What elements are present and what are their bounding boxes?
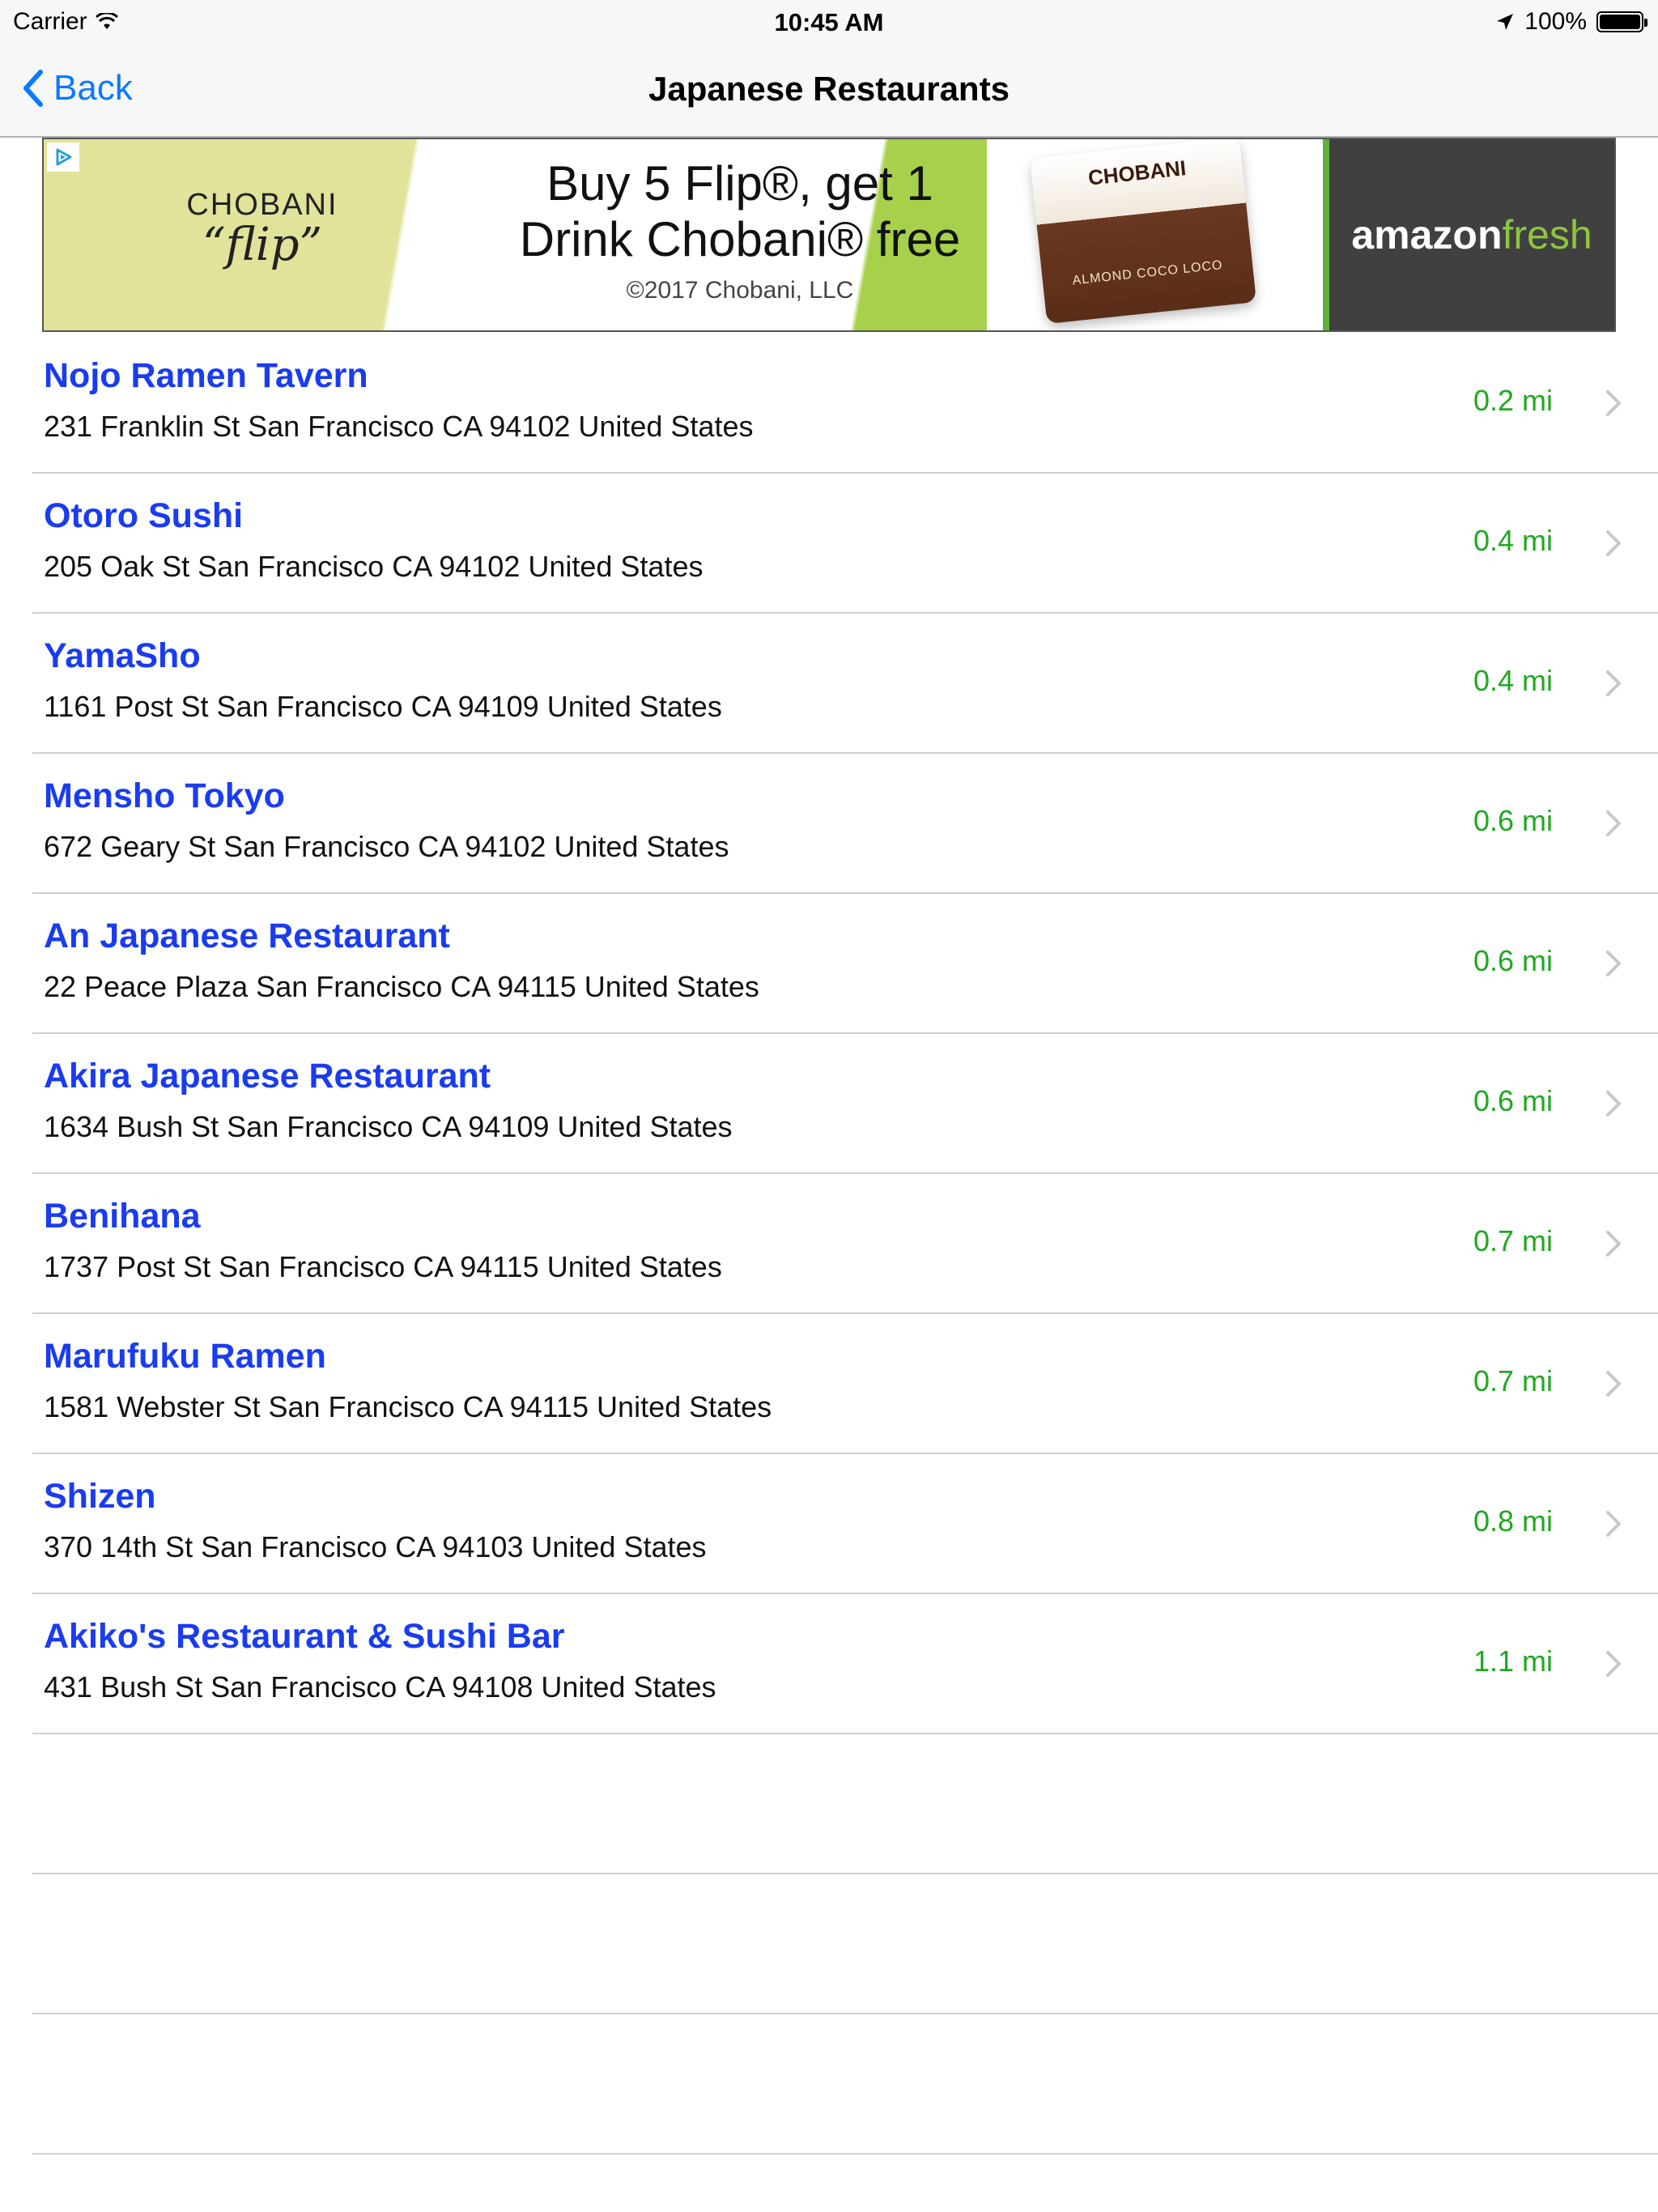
ad-partner-amazon: amazon <box>1351 212 1503 257</box>
restaurant-name: Otoro Sushi <box>44 496 244 535</box>
chevron-right-icon <box>1606 1091 1621 1117</box>
ad-product-flavor: ALMOND COCO LOCO <box>1071 257 1224 288</box>
list-item[interactable]: YamaSho 1161 Post St San Francisco CA 94… <box>0 614 1658 754</box>
list-item[interactable]: Mensho Tokyo 672 Geary St San Francisco … <box>0 754 1658 894</box>
ad-product-image: CHOBANI ALMOND COCO LOCO <box>1029 139 1257 325</box>
list-item[interactable]: Nojo Ramen Tavern 231 Franklin St San Fr… <box>0 334 1658 474</box>
restaurant-address: 1634 Bush St San Francisco CA 94109 Unit… <box>44 1110 733 1143</box>
list-item[interactable]: Shizen 370 14th St San Francisco CA 9410… <box>0 1454 1658 1594</box>
status-right: 100% <box>1495 8 1647 36</box>
restaurant-name: Akiko's Restaurant & Sushi Bar <box>44 1617 565 1656</box>
list-item[interactable]: Marufuku Ramen 1581 Webster St San Franc… <box>0 1314 1658 1454</box>
chevron-right-icon <box>1606 530 1621 556</box>
restaurant-address: 1581 Webster St San Francisco CA 94115 U… <box>44 1390 772 1423</box>
location-arrow-icon <box>1497 14 1514 30</box>
ad-partner-fresh: fresh <box>1502 212 1592 257</box>
restaurant-address: 231 Franklin St San Francisco CA 94102 U… <box>44 410 754 443</box>
list-item[interactable]: Otoro Sushi 205 Oak St San Francisco CA … <box>0 474 1658 614</box>
list-item[interactable]: An Japanese Restaurant 22 Peace Plaza Sa… <box>0 894 1658 1034</box>
restaurant-distance: 0.4 mi <box>1473 524 1553 557</box>
chevron-right-icon <box>1606 390 1621 416</box>
adchoices-icon[interactable] <box>47 143 79 172</box>
ad-headline: Buy 5 Flip®, get 1 Drink Chobani® free ©… <box>465 155 1015 304</box>
ad-product-label: CHOBANI <box>1086 155 1188 190</box>
restaurant-distance: 1.1 mi <box>1473 1644 1553 1678</box>
battery-fill <box>1600 15 1640 29</box>
restaurant-address: 672 Geary St San Francisco CA 94102 Unit… <box>44 830 729 863</box>
restaurant-distance: 0.4 mi <box>1473 664 1553 697</box>
list-item[interactable]: Akira Japanese Restaurant 1634 Bush St S… <box>0 1034 1658 1174</box>
restaurant-address: 1737 Post St San Francisco CA 94115 Unit… <box>44 1250 722 1283</box>
ad-banner[interactable]: CHOBANI “flip” Buy 5 Flip®, get 1 Drink … <box>42 138 1616 332</box>
restaurant-name: Nojo Ramen Tavern <box>44 356 368 395</box>
restaurant-name: Shizen <box>44 1477 156 1516</box>
list-item[interactable]: Benihana 1737 Post St San Francisco CA 9… <box>0 1174 1658 1314</box>
restaurant-distance: 0.8 mi <box>1473 1504 1553 1538</box>
battery-icon <box>1596 11 1647 32</box>
chevron-right-icon <box>1606 1651 1621 1677</box>
chevron-right-icon <box>1606 1371 1621 1397</box>
ad-brand-name: CHOBANI <box>186 188 338 222</box>
restaurant-address: 205 Oak St San Francisco CA 94102 United… <box>44 550 704 583</box>
ad-headline-line1: Buy 5 Flip®, get 1 <box>546 156 933 211</box>
empty-row <box>0 1734 1658 1874</box>
chevron-right-icon <box>1606 1511 1621 1537</box>
restaurant-distance: 0.6 mi <box>1473 944 1553 977</box>
ad-partner-logo: amazon fresh <box>1323 139 1614 330</box>
restaurant-name: An Japanese Restaurant <box>44 917 450 955</box>
restaurant-list: Nojo Ramen Tavern 231 Franklin St San Fr… <box>0 334 1658 2155</box>
restaurant-address: 431 Bush St San Francisco CA 94108 Unite… <box>44 1670 716 1704</box>
ad-copyright: ©2017 Chobani, LLC <box>626 277 854 304</box>
restaurant-name: Akira Japanese Restaurant <box>44 1057 491 1095</box>
restaurant-name: Mensho Tokyo <box>44 776 285 815</box>
ad-creative: CHOBANI “flip” Buy 5 Flip®, get 1 Drink … <box>44 139 987 330</box>
chevron-right-icon <box>1606 1231 1621 1257</box>
restaurant-address: 370 14th St San Francisco CA 94103 Unite… <box>44 1530 707 1563</box>
ad-brand-product: “flip” <box>202 219 323 271</box>
navigation-bar: Back Japanese Restaurants <box>0 45 1658 138</box>
ad-headline-line2: Drink Chobani® free <box>519 212 961 266</box>
empty-row <box>0 1874 1658 2014</box>
chevron-right-icon <box>1606 951 1621 976</box>
restaurant-address: 22 Peace Plaza San Francisco CA 94115 Un… <box>44 970 759 1003</box>
battery-percent: 100% <box>1524 8 1587 35</box>
page-title: Japanese Restaurants <box>648 70 1010 108</box>
empty-row <box>0 2014 1658 2155</box>
restaurant-distance: 0.7 mi <box>1473 1364 1553 1397</box>
restaurant-name: Benihana <box>44 1197 201 1236</box>
restaurant-distance: 0.7 mi <box>1473 1224 1553 1257</box>
restaurant-distance: 0.6 mi <box>1473 804 1553 837</box>
chevron-right-icon <box>1606 670 1621 696</box>
restaurant-name: YamaSho <box>44 636 201 675</box>
ad-brand-logo: CHOBANI “flip” <box>165 188 359 268</box>
list-item[interactable]: Akiko's Restaurant & Sushi Bar 431 Bush … <box>0 1594 1658 1734</box>
status-bar: Carrier 10:45 AM 100% <box>0 0 1658 45</box>
restaurant-name: Marufuku Ramen <box>44 1337 326 1376</box>
status-time: 10:45 AM <box>774 8 884 36</box>
chevron-right-icon <box>1606 810 1621 836</box>
restaurant-distance: 0.6 mi <box>1473 1084 1553 1117</box>
restaurant-address: 1161 Post St San Francisco CA 94109 Unit… <box>44 690 722 723</box>
restaurant-distance: 0.2 mi <box>1473 384 1553 417</box>
